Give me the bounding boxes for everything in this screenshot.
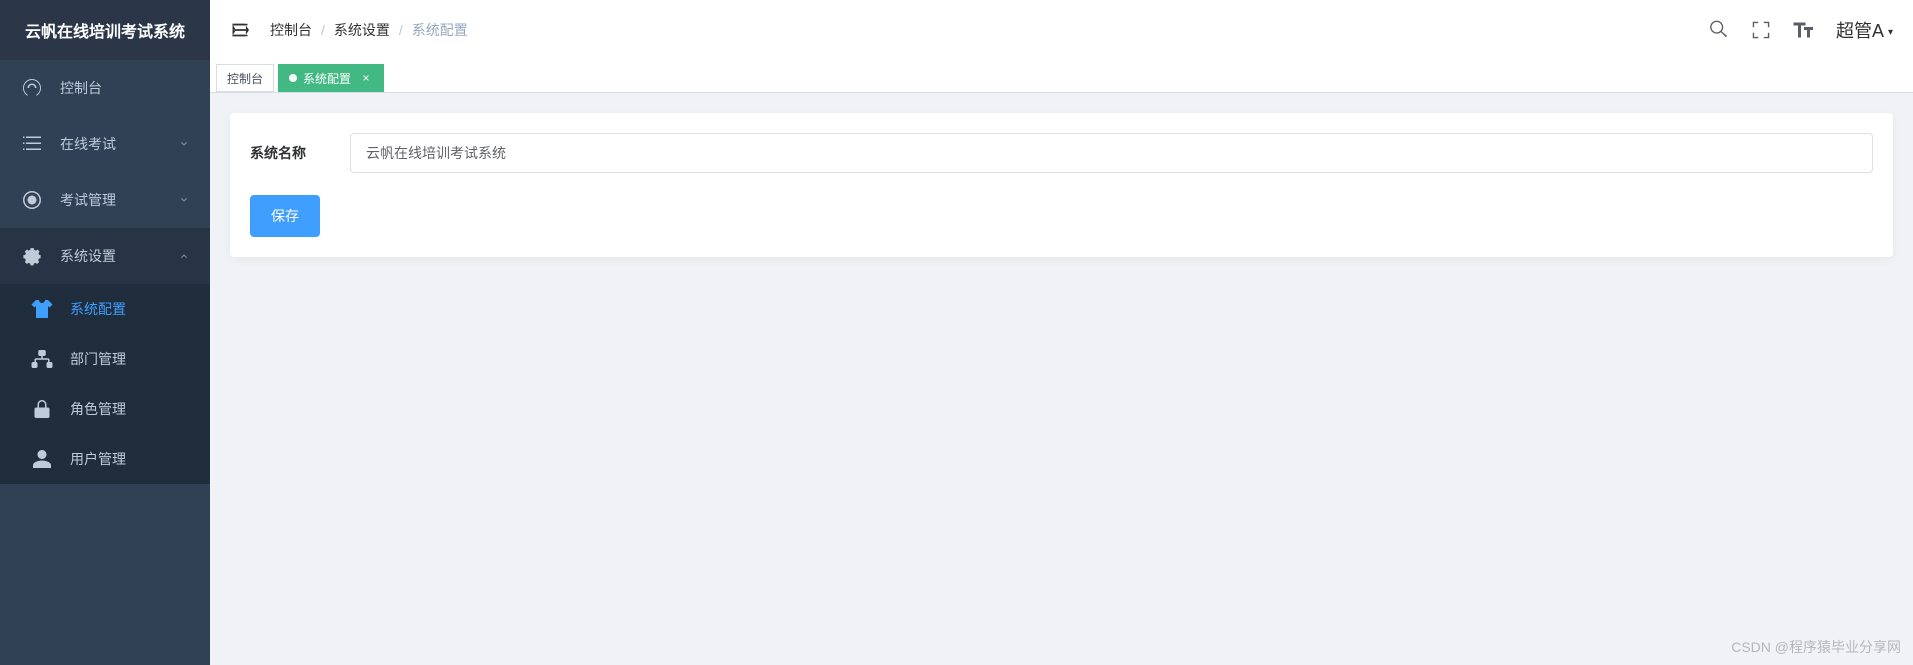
sidebar: 云帆在线培训考试系统 控制台 在线考试 考试管理 系统设置 — [0, 0, 210, 665]
sidebar-item-label: 控制台 — [60, 78, 190, 98]
sidebar-subitem-label: 用户管理 — [70, 449, 126, 469]
breadcrumb: 控制台 / 系统设置 / 系统配置 — [270, 20, 1708, 40]
list-icon — [20, 132, 44, 156]
form-actions: 保存 — [250, 195, 1873, 237]
target-icon — [20, 188, 44, 212]
tabs-bar: 控制台 系统配置 × — [210, 60, 1913, 93]
breadcrumb-sep: / — [399, 22, 403, 38]
sidebar-subitem-role[interactable]: 角色管理 — [0, 384, 210, 434]
sitemap-icon — [30, 347, 54, 371]
system-name-label: 系统名称 — [250, 143, 350, 163]
lock-icon — [30, 397, 54, 421]
hamburger-icon[interactable] — [230, 20, 250, 40]
sidebar-item-label: 考试管理 — [60, 190, 178, 210]
sidebar-item-dashboard[interactable]: 控制台 — [0, 60, 210, 116]
user-icon — [30, 447, 54, 471]
header: 控制台 / 系统设置 / 系统配置 超管A ▾ — [210, 0, 1913, 60]
chevron-down-icon — [178, 194, 190, 206]
header-right: 超管A ▾ — [1708, 17, 1893, 43]
chevron-up-icon — [178, 250, 190, 262]
sidebar-item-label: 在线考试 — [60, 134, 178, 154]
caret-down-icon: ▾ — [1888, 27, 1893, 38]
tab-sysconfig[interactable]: 系统配置 × — [278, 64, 384, 92]
sidebar-subitem-label: 部门管理 — [70, 349, 126, 369]
app-logo: 云帆在线培训考试系统 — [0, 0, 210, 60]
close-icon[interactable]: × — [359, 71, 373, 85]
tab-active-dot — [289, 74, 297, 82]
main-area: 控制台 / 系统设置 / 系统配置 超管A ▾ 控制台 — [210, 0, 1913, 665]
form-card: 系统名称 保存 — [230, 113, 1893, 257]
breadcrumb-item[interactable]: 控制台 — [270, 20, 312, 40]
fullscreen-icon[interactable] — [1750, 19, 1772, 41]
search-icon[interactable] — [1708, 19, 1730, 41]
dashboard-icon — [20, 76, 44, 100]
breadcrumb-sep: / — [321, 22, 325, 38]
user-dropdown[interactable]: 超管A ▾ — [1836, 17, 1893, 43]
form-row-sysname: 系统名称 — [250, 133, 1873, 173]
fontsize-icon[interactable] — [1792, 18, 1816, 42]
chevron-down-icon — [178, 138, 190, 150]
breadcrumb-item[interactable]: 系统设置 — [334, 20, 390, 40]
content-area: 系统名称 保存 — [210, 93, 1913, 665]
sidebar-item-settings[interactable]: 系统设置 — [0, 228, 210, 284]
tab-label: 控制台 — [227, 70, 263, 87]
sidebar-item-exam-mgmt[interactable]: 考试管理 — [0, 172, 210, 228]
submenu-settings: 系统配置 部门管理 角色管理 用户管理 — [0, 284, 210, 484]
gear-icon — [20, 244, 44, 268]
breadcrumb-item-current: 系统配置 — [412, 20, 468, 40]
sidebar-subitem-label: 系统配置 — [70, 299, 126, 319]
sidebar-item-label: 系统设置 — [60, 246, 178, 266]
nav-menu: 控制台 在线考试 考试管理 系统设置 系统配置 — [0, 60, 210, 665]
sidebar-subitem-label: 角色管理 — [70, 399, 126, 419]
shirt-icon — [30, 297, 54, 321]
sidebar-item-exam[interactable]: 在线考试 — [0, 116, 210, 172]
sidebar-subitem-user[interactable]: 用户管理 — [0, 434, 210, 484]
tab-label: 系统配置 — [303, 70, 351, 87]
tab-dashboard[interactable]: 控制台 — [216, 64, 274, 92]
save-button[interactable]: 保存 — [250, 195, 320, 237]
system-name-input[interactable] — [350, 133, 1873, 173]
user-name-label: 超管A — [1836, 17, 1884, 43]
sidebar-subitem-sysconfig[interactable]: 系统配置 — [0, 284, 210, 334]
sidebar-subitem-dept[interactable]: 部门管理 — [0, 334, 210, 384]
